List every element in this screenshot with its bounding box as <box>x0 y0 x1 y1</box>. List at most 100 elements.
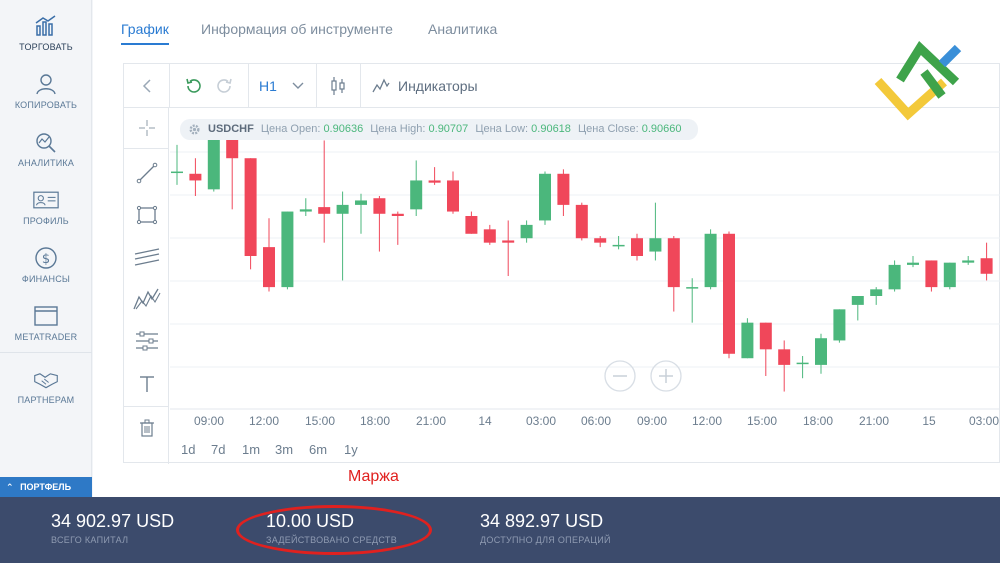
indicators-label: Индикаторы <box>398 78 478 94</box>
undo-icon <box>186 78 201 93</box>
candle-body <box>502 240 515 243</box>
main-area: График Информация об инструменте Аналити… <box>93 0 1000 497</box>
range-6m[interactable]: 6m <box>309 442 327 457</box>
low-label: Цена Low: <box>475 123 529 135</box>
candlestick-icon <box>331 77 345 95</box>
delete-drawings-button[interactable] <box>124 410 169 446</box>
candle-body <box>465 216 478 234</box>
range-7d[interactable]: 7d <box>211 442 225 457</box>
sidebar-item-trade[interactable]: ТОРГОВАТЬ <box>0 14 92 52</box>
portfolio-label: ПОРТФЕЛЬ <box>20 482 72 492</box>
sidebar: ТОРГОВАТЬ КОПИРОВАТЬ АНАЛИТИКА ПРОФИЛЬ $ <box>0 0 92 497</box>
undo-button[interactable] <box>178 64 208 108</box>
text-tool[interactable] <box>124 366 169 402</box>
margin-annotation: Маржа <box>348 468 399 485</box>
range-1d[interactable]: 1d <box>181 442 195 457</box>
drawing-tools <box>124 108 169 464</box>
svg-text:$: $ <box>42 252 50 267</box>
close-value: 0.90660 <box>641 123 682 135</box>
range-1y[interactable]: 1y <box>344 442 358 457</box>
gear-icon[interactable] <box>188 123 201 136</box>
text-icon <box>139 376 154 392</box>
sidebar-item-profile[interactable]: ПРОФИЛЬ <box>0 188 92 226</box>
pattern-tool[interactable] <box>124 281 169 317</box>
candle-body <box>649 238 662 252</box>
sidebar-divider <box>0 352 92 353</box>
sidebar-item-analytics[interactable]: АНАЛИТИКА <box>0 130 92 168</box>
parallel-channel-icon <box>134 248 159 266</box>
candle-body <box>391 213 404 216</box>
candle-body <box>355 200 367 205</box>
account-summary-bar: 34 902.97 USD ВСЕГО КАПИТАЛ 10.00 USD ЗА… <box>0 497 1000 563</box>
range-selector: 1d 7d 1m 3m 6m 1y <box>170 436 1000 464</box>
candle-body <box>851 296 864 305</box>
total-capital-label: ВСЕГО КАПИТАЛ <box>51 535 129 545</box>
fibonacci-tool[interactable] <box>124 323 169 359</box>
low-value: 0.90618 <box>531 123 571 135</box>
time-tick-label: 03:00 <box>969 414 999 428</box>
time-tick-label: 15 <box>922 414 936 428</box>
profile-card-icon <box>33 191 59 209</box>
candle-body <box>428 180 441 183</box>
trendline-icon <box>136 162 157 184</box>
time-tick-label: 06:00 <box>581 414 611 428</box>
indicators-button[interactable]: Индикаторы <box>372 64 492 108</box>
candle-body <box>796 362 809 365</box>
redo-button[interactable] <box>210 64 240 108</box>
open-label: Цена Open: <box>260 123 321 135</box>
candle-body <box>207 133 220 190</box>
tab-analytics[interactable]: Аналитика <box>428 21 497 37</box>
total-capital-value: 34 902.97 USD <box>51 511 175 531</box>
open-value: 0.90636 <box>323 123 364 135</box>
timeframe-select[interactable]: H1 <box>249 64 315 108</box>
tab-chart[interactable]: График <box>121 21 169 45</box>
chart-panel: H1 Индикаторы 09:00 12:00 15:00 18:00 21… <box>123 63 1000 464</box>
brand-logo <box>874 40 962 121</box>
range-3m[interactable]: 3m <box>275 442 293 457</box>
candle-body <box>815 338 827 365</box>
crosshair-icon <box>138 120 155 136</box>
channel-tool[interactable] <box>124 239 169 275</box>
sidebar-item-finance[interactable]: $ ФИНАНСЫ <box>0 246 92 284</box>
candle-body <box>888 264 901 290</box>
portfolio-button[interactable]: ⌃ ПОРТФЕЛЬ <box>0 477 92 497</box>
chart-toolbar: H1 Индикаторы <box>124 64 1000 108</box>
time-tick-label: 21:00 <box>859 414 889 428</box>
candle-body <box>962 260 975 263</box>
rectangle-tool[interactable] <box>124 197 169 233</box>
chevron-up-icon: ⌃ <box>6 482 14 492</box>
candle-body <box>281 211 294 288</box>
close-label: Цена Close: <box>577 123 639 135</box>
sidebar-item-copy[interactable]: КОПИРОВАТЬ <box>0 72 92 110</box>
back-button[interactable] <box>124 64 169 108</box>
time-tick-label: 03:00 <box>526 414 556 428</box>
candle-body <box>539 173 551 221</box>
candle-body <box>631 238 643 256</box>
time-tick-label: 09:00 <box>194 414 224 428</box>
sidebar-item-partners[interactable]: ПАРТНЕРАМ <box>0 367 92 405</box>
time-tick-label: 15:00 <box>305 414 335 428</box>
margin-highlight-ellipse <box>236 505 432 555</box>
high-label: Цена High: <box>370 123 426 135</box>
candle-body <box>833 309 846 341</box>
candle-body <box>686 287 699 289</box>
candle-body <box>263 247 275 288</box>
candle-body <box>980 258 993 274</box>
chart-type-button[interactable] <box>317 64 359 108</box>
time-tick-label: 12:00 <box>692 414 722 428</box>
crosshair-tool[interactable] <box>124 110 169 146</box>
total-capital: 34 902.97 USD ВСЕГО КАПИТАЛ <box>51 511 174 545</box>
candle-body <box>925 260 938 288</box>
chevron-left-icon <box>142 79 151 93</box>
trendline-tool[interactable] <box>124 155 169 191</box>
candle-body <box>907 262 919 265</box>
price-chart[interactable]: 09:00 12:00 15:00 18:00 21:00 14 03:00 06:00 09:… <box>170 108 1000 436</box>
ohlc-info-bar: USDCHF Цена Open: 0.90636 Цена High: 0.9… <box>180 119 698 140</box>
wave-pattern-icon <box>132 288 160 310</box>
sidebar-item-label: КОПИРОВАТЬ <box>14 100 78 110</box>
range-1m[interactable]: 1m <box>242 442 260 457</box>
sidebar-item-metatrader[interactable]: METATRADER <box>0 304 92 342</box>
copy-trader-icon <box>36 74 56 95</box>
candle-body <box>667 238 680 288</box>
tab-instrument-info[interactable]: Информация об инструменте <box>201 21 393 37</box>
